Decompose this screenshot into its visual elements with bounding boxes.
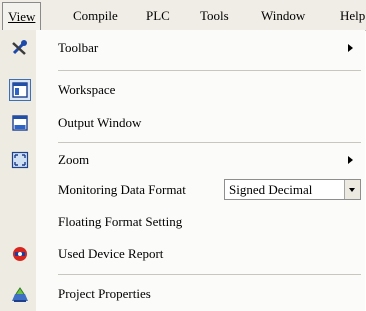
menu-item-label: Workspace bbox=[58, 82, 116, 97]
menu-item-used-device-report[interactable]: Used Device Report bbox=[0, 242, 365, 266]
chevron-down-icon[interactable] bbox=[344, 180, 360, 199]
submenu-arrow-icon bbox=[348, 156, 353, 164]
submenu-arrow-icon bbox=[348, 44, 353, 52]
menu-bar: View Compile PLC Tools Window Help bbox=[0, 0, 366, 31]
menu-item-label: Output Window bbox=[58, 115, 142, 130]
menu-item-project-properties[interactable]: Project Properties bbox=[0, 282, 365, 306]
device-report-icon bbox=[13, 247, 27, 261]
output-window-icon bbox=[12, 115, 28, 131]
separator bbox=[58, 70, 361, 71]
menu-tools[interactable]: Tools bbox=[200, 8, 229, 24]
menu-item-output-window[interactable]: Output Window bbox=[0, 111, 365, 135]
select-value: Signed Decimal bbox=[229, 182, 313, 197]
menu-item-label: Zoom bbox=[58, 152, 90, 167]
menu-help[interactable]: Help bbox=[340, 8, 365, 24]
tools-icon bbox=[12, 40, 27, 55]
zoom-icon bbox=[11, 151, 29, 169]
menu-item-floating-format-setting[interactable]: Floating Format Setting bbox=[0, 210, 365, 234]
menu-item-label: Project Properties bbox=[58, 286, 151, 301]
menu-item-toolbar[interactable]: Toolbar bbox=[0, 36, 365, 60]
menu-view[interactable]: View bbox=[2, 2, 42, 30]
separator bbox=[58, 142, 361, 143]
monitoring-format-select[interactable]: Signed Decimal bbox=[224, 179, 361, 200]
menu-item-zoom[interactable]: Zoom bbox=[0, 148, 365, 172]
menu-item-label: Monitoring Data Format bbox=[58, 182, 186, 197]
menu-item-label: Used Device Report bbox=[58, 246, 164, 261]
menu-item-monitoring-data-format[interactable]: Monitoring Data Format Signed Decimal bbox=[0, 178, 365, 202]
menu-compile[interactable]: Compile bbox=[73, 8, 118, 24]
workspace-icon bbox=[12, 82, 28, 98]
separator bbox=[58, 274, 361, 275]
menu-item-workspace[interactable]: Workspace bbox=[0, 78, 365, 102]
menu-plc[interactable]: PLC bbox=[146, 8, 170, 24]
project-properties-icon bbox=[12, 287, 28, 302]
menu-window[interactable]: Window bbox=[261, 8, 305, 24]
menu-item-label: Floating Format Setting bbox=[58, 214, 183, 229]
view-dropdown-menu: Toolbar Workspace Output Window Zoom Mon… bbox=[0, 30, 365, 311]
menu-item-label: Toolbar bbox=[58, 40, 99, 55]
